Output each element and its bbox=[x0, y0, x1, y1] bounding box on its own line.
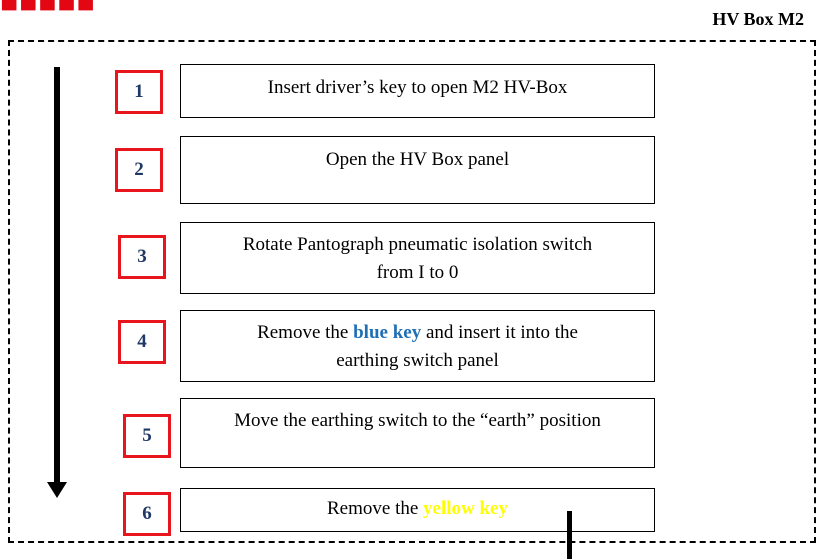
step-box-1: Insert driver’s key to open M2 HV-Box bbox=[180, 64, 655, 118]
step-text-4-before: Remove the bbox=[257, 322, 354, 343]
continuation-connector bbox=[567, 511, 572, 559]
step-number-2: 2 bbox=[115, 148, 163, 192]
arrow-head-icon bbox=[47, 482, 67, 498]
step-number-5: 5 bbox=[123, 414, 171, 458]
step-text-3-line1: Rotate Pantograph pneumatic isolation sw… bbox=[242, 234, 593, 255]
step-number-6: 6 bbox=[123, 492, 171, 536]
arrow-down-icon bbox=[54, 67, 60, 483]
logo-fragment: ■■■■■ bbox=[0, 0, 96, 19]
step-text-1: Insert driver’s key to open M2 HV-Box bbox=[267, 77, 568, 98]
step-text-5: Move the earthing switch to the “earth” … bbox=[234, 410, 601, 431]
step-box-6: Remove the yellow key bbox=[180, 488, 655, 532]
step-box-2: Open the HV Box panel bbox=[180, 136, 655, 204]
step-text-2: Open the HV Box panel bbox=[325, 149, 510, 170]
step-text-6-before: Remove the bbox=[327, 498, 424, 519]
step-number-1: 1 bbox=[115, 70, 163, 114]
yellow-key-highlight: yellow key bbox=[423, 498, 508, 519]
step-text-4-line1: Remove the blue key and insert it into t… bbox=[181, 319, 654, 347]
page-title: HV Box M2 bbox=[712, 9, 804, 29]
step-box-4: Remove the blue key and insert it into t… bbox=[180, 310, 655, 382]
blue-key-highlight: blue key bbox=[353, 322, 422, 343]
step-text-4-line2: earthing switch panel bbox=[336, 350, 499, 371]
step-text-3-line2: from I to 0 bbox=[376, 262, 459, 283]
step-box-3: Rotate Pantograph pneumatic isolation sw… bbox=[180, 222, 655, 294]
step-box-5: Move the earthing switch to the “earth” … bbox=[180, 398, 655, 468]
step-number-4: 4 bbox=[118, 320, 166, 364]
step-text-4-after: and insert it into the bbox=[421, 322, 578, 343]
step-number-3: 3 bbox=[118, 235, 166, 279]
